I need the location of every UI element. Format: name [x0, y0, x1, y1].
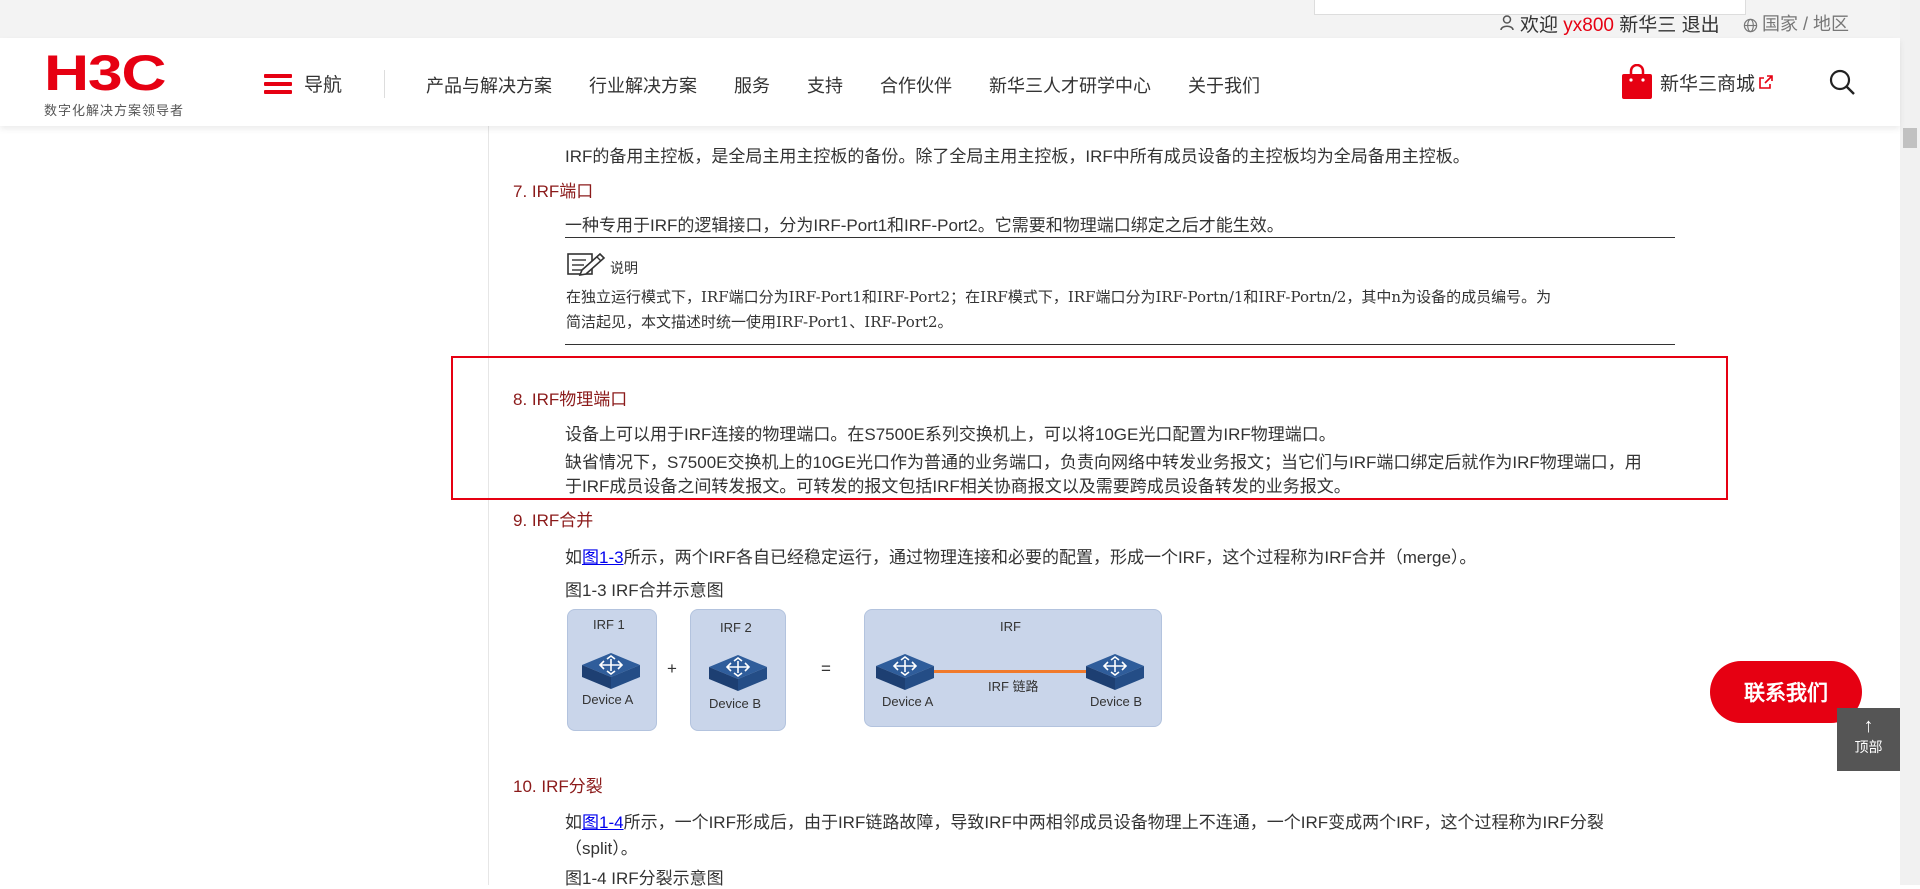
irf1-label: IRF 1 — [593, 617, 625, 632]
merged-device-b-label: Device B — [1090, 694, 1143, 709]
irf2-label: IRF 2 — [720, 620, 752, 635]
note-header: 说明 — [566, 250, 638, 278]
paragraph-physical-port-2: 缺省情况下，S7500E交换机上的10GE光口作为普通的业务端口，负责向网络中转… — [565, 453, 1642, 472]
region-selector[interactable]: 国家 / 地区 — [1743, 10, 1849, 36]
nav-label: 导航 — [304, 75, 343, 96]
text-body: 所示，一个IRF形成后，由于IRF链路故障，导致IRF中两相邻成员设备物理上不连… — [623, 813, 1604, 832]
irf-link-line — [928, 670, 1090, 673]
equals-sign: = — [821, 659, 831, 678]
external-link-icon — [1759, 75, 1773, 89]
scrollbar-thumb[interactable] — [1903, 128, 1917, 148]
nav-divider — [384, 70, 385, 98]
main-header: H3C 数字化解决方案领导者 导航 产品与解决方案 行业解决方案 服务 支持 合… — [0, 38, 1900, 126]
merged-device-a-label: Device A — [882, 694, 934, 709]
nav-link-products[interactable]: 产品与解决方案 — [426, 72, 552, 98]
back-to-top-button[interactable]: ↑ 顶部 — [1837, 708, 1900, 771]
paragraph-physical-port-1: 设备上可以用于IRF连接的物理端口。在S7500E系列交换机上，可以将10GE光… — [565, 425, 1336, 444]
nav-link-support[interactable]: 支持 — [807, 72, 843, 98]
plus-sign: + — [667, 659, 677, 678]
heading-irf-port: 7. IRF端口 — [513, 182, 594, 201]
article-left-border — [488, 126, 489, 885]
username-link[interactable]: yx800 — [1563, 15, 1614, 36]
heading-irf-split: 10. IRF分裂 — [513, 777, 603, 796]
logo-mark: H3C — [44, 45, 167, 101]
nav-link-about[interactable]: 关于我们 — [1188, 72, 1260, 98]
paragraph-irf-merge: 如图1-3所示，两个IRF各自已经稳定运行，通过物理连接和必要的配置，形成一个I… — [565, 543, 1476, 568]
irf-merged-label: IRF — [1000, 619, 1021, 634]
paragraph-irf-port: 一种专用于IRF的逻辑接口，分为IRF-Port1和IRF-Port2。它需要和… — [565, 216, 1284, 235]
nav-link-industry[interactable]: 行业解决方案 — [589, 72, 697, 98]
note-bottom-rule — [565, 344, 1675, 345]
switch-icon — [1086, 654, 1144, 690]
nav-link-talent-center[interactable]: 新华三人才研学中心 — [989, 72, 1151, 98]
switch-icon — [582, 653, 640, 689]
note-label: 说明 — [610, 261, 638, 277]
text-body: 所示，两个IRF各自已经稳定运行，通过物理连接和必要的配置，形成一个IRF，这个… — [623, 548, 1477, 567]
figure-1-3-link[interactable]: 图1-3 — [582, 548, 624, 567]
user-icon — [1500, 15, 1514, 37]
welcome-text: 欢迎 — [1520, 15, 1559, 36]
nav-link-services[interactable]: 服务 — [734, 72, 770, 98]
nav-menu-button[interactable]: 导航 — [264, 70, 342, 97]
text-prefix: 如 — [565, 813, 582, 832]
mall-link[interactable]: 新华三商城 — [1620, 64, 1773, 100]
note-top-rule — [565, 237, 1675, 238]
search-icon — [1829, 69, 1855, 95]
irf2-device-b-label: Device B — [709, 696, 762, 711]
paragraph-irf-split-line-2: （split）。 — [565, 839, 638, 858]
h3c-logo[interactable]: H3C 数字化解决方案领导者 — [44, 48, 184, 119]
mall-label: 新华三商城 — [1660, 73, 1756, 95]
figure-1-3-caption: 图1-3 IRF合并示意图 — [565, 581, 724, 600]
shopping-bag-icon — [1622, 64, 1652, 99]
hamburger-icon — [264, 73, 292, 94]
company-text: 新华三 — [1619, 15, 1677, 36]
arrow-up-icon: ↑ — [1863, 715, 1874, 737]
nav-link-partners[interactable]: 合作伙伴 — [880, 72, 952, 98]
note-text-line-2: 简洁起见，本文描述时统一使用IRF-Port1、IRF-Port2。 — [566, 313, 953, 331]
logout-link[interactable]: 退出 — [1682, 15, 1720, 36]
globe-icon — [1743, 18, 1758, 33]
irf-link-label: IRF 链路 — [988, 679, 1039, 694]
page-scrollbar[interactable] — [1900, 0, 1920, 885]
irf1-device-a-label: Device A — [582, 692, 634, 707]
user-greeting: 欢迎 yx800 新华三 退出 — [1500, 10, 1720, 37]
note-pencil-icon — [567, 252, 606, 277]
heading-irf-physical-port: 8. IRF物理端口 — [513, 390, 628, 409]
switch-icon — [709, 655, 767, 691]
back-to-top-label: 顶部 — [1854, 739, 1883, 755]
paragraph-backup-board: IRF的备用主控板，是全局主用主控板的备份。除了全局主用主控板，IRF中所有成员… — [565, 147, 1470, 166]
search-button[interactable] — [1828, 68, 1856, 101]
figure-1-4-caption: 图1-4 IRF分裂示意图 — [565, 869, 724, 888]
paragraph-irf-split: 如图1-4所示，一个IRF形成后，由于IRF链路故障，导致IRF中两相邻成员设备… — [565, 808, 1604, 833]
note-text-line-1: 在独立运行模式下，IRF端口分为IRF-Port1和IRF-Port2；在IRF… — [566, 288, 1552, 306]
text-prefix: 如 — [565, 548, 582, 567]
logo-tagline: 数字化解决方案领导者 — [44, 103, 185, 118]
region-label: 国家 / 地区 — [1762, 14, 1850, 34]
switch-icon — [876, 654, 934, 690]
paragraph-physical-port-3: 于IRF成员设备之间转发报文。可转发的报文包括IRF相关协商报文以及需要跨成员设… — [565, 477, 1351, 496]
heading-irf-merge: 9. IRF合并 — [513, 511, 594, 530]
main-nav: 产品与解决方案 行业解决方案 服务 支持 合作伙伴 新华三人才研学中心 关于我们 — [426, 72, 1297, 98]
figure-1-4-link[interactable]: 图1-4 — [582, 813, 624, 832]
top-utility-bar: 欢迎 yx800 新华三 退出 国家 / 地区 — [0, 0, 1900, 38]
